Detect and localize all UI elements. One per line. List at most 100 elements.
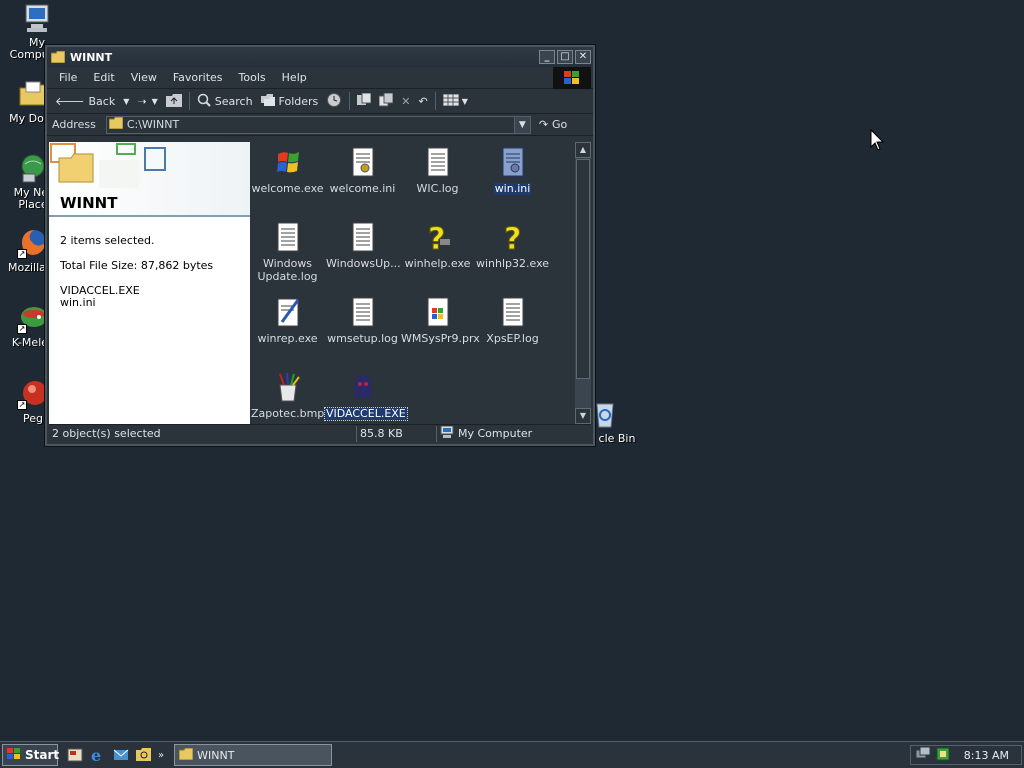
up-folder-button[interactable] bbox=[162, 90, 186, 112]
back-button[interactable]: 🡐 Back ▼ bbox=[51, 90, 133, 112]
show-desktop-icon[interactable] bbox=[66, 746, 84, 764]
toolbar-separator bbox=[434, 92, 436, 110]
file-item[interactable]: WindowsUp... bbox=[325, 221, 401, 270]
chevron-down-icon[interactable]: ▼ bbox=[462, 97, 468, 106]
maximize-button[interactable]: □ bbox=[557, 50, 573, 64]
views-icon bbox=[442, 93, 460, 109]
total-size-text: Total File Size: 87,862 bytes bbox=[60, 259, 214, 272]
file-item[interactable]: ? winhelp.exe bbox=[400, 221, 475, 270]
file-item-selected[interactable]: VIDACCEL.EXE bbox=[324, 371, 408, 421]
move-to-icon bbox=[357, 92, 372, 110]
address-dropdown-button[interactable]: ▼ bbox=[513, 116, 530, 133]
text-file-icon bbox=[272, 221, 304, 253]
report-editor-icon bbox=[272, 296, 304, 328]
text-file-icon bbox=[497, 296, 529, 328]
file-item-selected[interactable]: win.ini bbox=[475, 146, 550, 195]
move-to-button[interactable] bbox=[353, 90, 375, 112]
scroll-up-arrow[interactable]: ▲ bbox=[575, 142, 591, 158]
text-file-icon bbox=[347, 296, 379, 328]
system-tray: 8:13 AM bbox=[910, 745, 1022, 765]
desktop-icon-label: cle Bin bbox=[598, 432, 636, 445]
file-item[interactable]: Zapotec.bmp bbox=[250, 371, 325, 420]
explorer-search-icon[interactable] bbox=[135, 746, 153, 764]
file-name-line2: Update.log bbox=[257, 270, 318, 283]
vertical-scrollbar[interactable]: ▲ ▼ bbox=[575, 142, 591, 424]
file-name: winhelp.exe bbox=[404, 257, 471, 270]
text-file-icon bbox=[347, 221, 379, 253]
file-name: WindowsUp... bbox=[326, 257, 401, 270]
file-item[interactable]: WIC.log bbox=[400, 146, 475, 195]
shortcut-arrow-icon: ↗ bbox=[17, 400, 27, 410]
file-name: welcome.exe bbox=[251, 182, 324, 195]
file-name: XpsEP.log bbox=[486, 332, 539, 345]
go-label: Go bbox=[552, 118, 568, 131]
file-name: WIC.log bbox=[416, 182, 459, 195]
file-name: WMSysPr9.prx bbox=[401, 332, 480, 345]
status-bar: 2 object(s) selected 85.8 KB My Computer bbox=[49, 424, 591, 442]
file-name: Zapotec.bmp bbox=[251, 407, 325, 420]
chevron-down-icon[interactable]: ▼ bbox=[123, 97, 129, 106]
history-button[interactable] bbox=[322, 90, 346, 112]
scroll-down-arrow[interactable]: ▼ bbox=[575, 408, 591, 424]
go-button[interactable]: ↷ Go bbox=[539, 118, 567, 131]
folder-icon bbox=[108, 116, 124, 132]
up-folder-icon bbox=[165, 93, 182, 110]
menu-tools[interactable]: Tools bbox=[231, 71, 274, 84]
file-item[interactable]: XpsEP.log bbox=[475, 296, 550, 345]
content-area: WINNT 2 items selected. Total File Size:… bbox=[49, 142, 591, 424]
delete-button[interactable]: ✕ bbox=[397, 90, 414, 112]
file-item[interactable]: welcome.exe bbox=[250, 146, 325, 195]
file-item[interactable]: welcome.ini bbox=[325, 146, 400, 195]
taskbar-button-winnt[interactable]: WINNT bbox=[174, 744, 333, 766]
menu-favorites[interactable]: Favorites bbox=[165, 71, 231, 84]
menu-edit[interactable]: Edit bbox=[85, 71, 122, 84]
computer-icon bbox=[21, 2, 53, 34]
search-label: Search bbox=[214, 94, 253, 108]
scroll-thumb[interactable] bbox=[576, 159, 590, 379]
file-name: Windows bbox=[262, 257, 313, 270]
windows-logo-icon bbox=[6, 747, 22, 764]
svg-text:?: ? bbox=[428, 222, 445, 253]
file-item[interactable]: ? winhlp32.exe bbox=[475, 221, 550, 270]
network-tray-icon[interactable] bbox=[915, 746, 931, 765]
file-item[interactable]: winrep.exe bbox=[250, 296, 325, 345]
file-name: wmsetup.log bbox=[327, 332, 398, 345]
chevron-down-icon[interactable]: ▼ bbox=[152, 97, 158, 106]
window-titlebar[interactable]: WINNT _ □ ✕ bbox=[47, 47, 593, 67]
status-objects: 2 object(s) selected bbox=[49, 425, 357, 442]
folders-button[interactable]: Folders bbox=[257, 90, 323, 112]
file-item[interactable]: Windows Update.log bbox=[250, 221, 325, 283]
toolbar-separator bbox=[349, 92, 351, 110]
search-button[interactable]: Search bbox=[193, 90, 257, 112]
quick-launch-more-icon[interactable]: » bbox=[158, 750, 164, 761]
history-icon bbox=[326, 92, 342, 111]
undo-icon: ↶ bbox=[418, 94, 428, 108]
undo-button[interactable]: ↶ bbox=[415, 90, 432, 112]
selected-count-text: 2 items selected. bbox=[60, 234, 155, 247]
menu-file[interactable]: File bbox=[51, 71, 85, 84]
taskbar-button-label: WINNT bbox=[197, 748, 235, 762]
file-item[interactable]: wmsetup.log bbox=[325, 296, 400, 345]
internet-explorer-icon[interactable]: e bbox=[89, 746, 107, 765]
minimize-button[interactable]: _ bbox=[539, 50, 555, 64]
start-label: Start bbox=[25, 748, 60, 762]
file-list-view[interactable]: welcome.exe welcome.ini WIC.log win.ini bbox=[250, 142, 591, 424]
address-input[interactable]: C:\WINNT ▼ bbox=[105, 115, 531, 134]
ghost-exe-icon bbox=[347, 371, 379, 403]
copy-to-button[interactable] bbox=[375, 90, 397, 112]
forward-button[interactable]: ➝ ▼ bbox=[133, 90, 161, 112]
selected-file-name: win.ini bbox=[60, 296, 96, 309]
folders-label: Folders bbox=[278, 94, 319, 108]
file-item[interactable]: WMSysPr9.prx bbox=[400, 296, 480, 345]
outlook-express-icon[interactable] bbox=[112, 746, 130, 764]
menu-help[interactable]: Help bbox=[274, 71, 315, 84]
delete-icon: ✕ bbox=[401, 94, 411, 108]
views-button[interactable]: ▼ bbox=[439, 90, 472, 112]
details-folder-title: WINNT bbox=[60, 194, 118, 212]
start-button[interactable]: Start bbox=[2, 744, 60, 766]
close-button[interactable]: ✕ bbox=[575, 50, 591, 64]
hardware-tray-icon[interactable] bbox=[935, 746, 951, 765]
menu-view[interactable]: View bbox=[123, 71, 165, 84]
clock[interactable]: 8:13 AM bbox=[964, 749, 1009, 762]
explorer-window[interactable]: WINNT _ □ ✕ File Edit View Favorites Too… bbox=[45, 45, 595, 446]
